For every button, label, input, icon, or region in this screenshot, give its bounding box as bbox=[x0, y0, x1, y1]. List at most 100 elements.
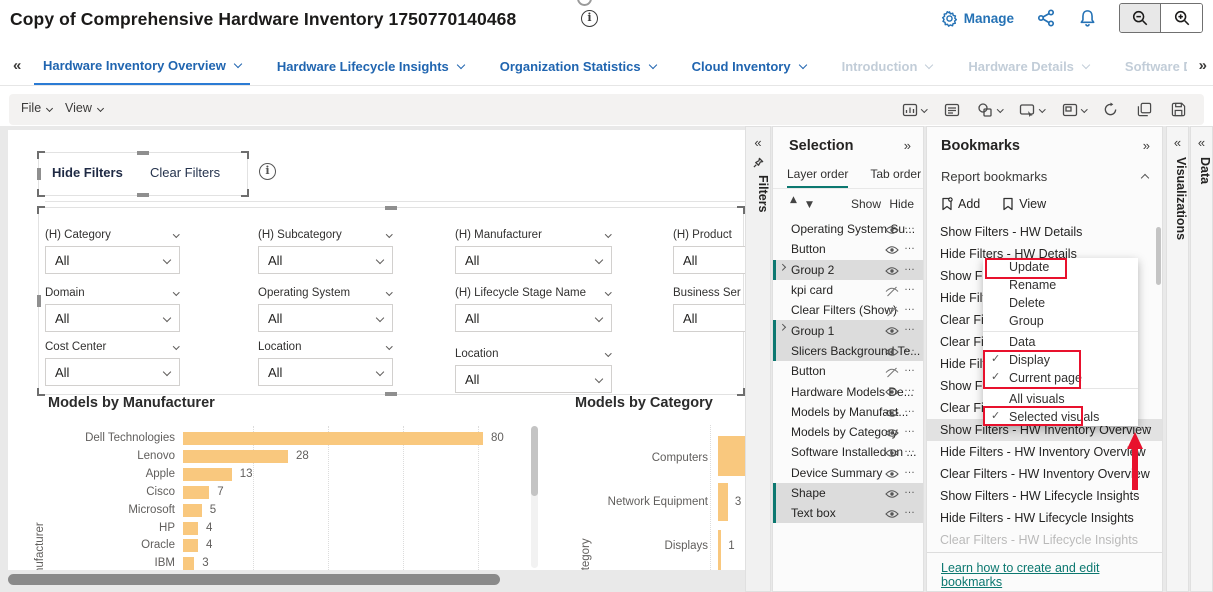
eye-off-icon[interactable] bbox=[885, 306, 899, 317]
text-box-button[interactable] bbox=[944, 102, 960, 118]
layer-item-software-installed-on[interactable]: Software Installed on ...… bbox=[773, 442, 923, 462]
bar-chart-models-by-category[interactable]: ComputersNetwork Equipment3Displays1 bbox=[560, 430, 745, 570]
bar-computers[interactable] bbox=[718, 436, 745, 476]
chevron-down-icon[interactable] bbox=[376, 256, 384, 264]
chevron-down-icon[interactable] bbox=[595, 375, 603, 383]
chevron-down-icon[interactable] bbox=[595, 256, 603, 264]
bar-cisco[interactable] bbox=[183, 486, 209, 499]
bar-hp[interactable] bbox=[183, 522, 198, 535]
chart-bar-row[interactable]: IBM3 bbox=[45, 555, 505, 570]
bar-network-equipment[interactable] bbox=[718, 483, 728, 521]
info-icon[interactable]: i bbox=[581, 10, 598, 27]
eye-off-icon[interactable] bbox=[885, 367, 899, 378]
tab-layer-order[interactable]: Layer order bbox=[787, 163, 848, 188]
layer-item-button[interactable]: Button… bbox=[773, 361, 923, 381]
bookmarks-scrollbar-thumb[interactable] bbox=[1156, 227, 1161, 285]
eye-icon[interactable] bbox=[885, 387, 899, 397]
save-button[interactable] bbox=[1171, 102, 1186, 117]
more-options-icon[interactable]: … bbox=[904, 301, 916, 313]
resize-handle[interactable] bbox=[737, 206, 745, 214]
bar-microsoft[interactable] bbox=[183, 504, 202, 517]
info-icon[interactable]: i bbox=[259, 163, 276, 180]
chevron-down-icon[interactable] bbox=[925, 61, 933, 69]
add-bookmark-button[interactable]: Add bbox=[941, 197, 980, 211]
eye-off-icon[interactable] bbox=[885, 286, 899, 297]
collapse-pane-icon[interactable]: » bbox=[904, 138, 911, 153]
mobile-layout-button[interactable] bbox=[1019, 102, 1045, 118]
chart-bar-row[interactable]: Apple13 bbox=[45, 466, 505, 484]
more-options-icon[interactable]: … bbox=[904, 281, 916, 293]
chevron-down-icon[interactable] bbox=[376, 368, 384, 376]
chevron-down-icon[interactable] bbox=[595, 314, 603, 322]
more-options-icon[interactable]: … bbox=[904, 423, 916, 435]
pages-scroll-right-icon[interactable]: » bbox=[1199, 57, 1207, 74]
tab-tab-order[interactable]: Tab order bbox=[870, 163, 921, 188]
layer-item-text-box[interactable]: Text box… bbox=[773, 503, 923, 523]
chevron-down-icon[interactable] bbox=[163, 314, 171, 322]
eye-icon[interactable] bbox=[885, 428, 899, 438]
tab-software-details[interactable]: Software Details bbox=[1116, 49, 1187, 85]
layer-item-hardware-models-de[interactable]: Hardware Models De...… bbox=[773, 381, 923, 401]
zoom-in-button[interactable] bbox=[1161, 4, 1202, 32]
canvas-horizontal-scrollbar[interactable] bbox=[8, 574, 500, 585]
layer-item-models-by-manufact[interactable]: Models by Manufact...… bbox=[773, 402, 923, 422]
tab-hardware-inventory-overview[interactable]: Hardware Inventory Overview bbox=[34, 49, 250, 85]
slicer-dropdown[interactable]: All bbox=[673, 246, 745, 274]
eye-icon[interactable] bbox=[885, 509, 899, 519]
move-layer-up-icon[interactable]: ▲ bbox=[790, 195, 797, 205]
chevron-down-icon[interactable] bbox=[173, 231, 179, 237]
bar-oracle[interactable] bbox=[183, 539, 198, 552]
more-options-icon[interactable]: … bbox=[904, 261, 916, 273]
chevron-down-icon[interactable] bbox=[386, 289, 392, 295]
resize-handle[interactable] bbox=[37, 388, 45, 396]
shapes-button[interactable] bbox=[977, 102, 1003, 118]
layer-item-slicers-background-te[interactable]: Slicers Background Te...… bbox=[773, 341, 923, 361]
data-pane-collapsed[interactable]: « Data bbox=[1190, 126, 1213, 592]
tab-organization-statistics[interactable]: Organization Statistics bbox=[491, 49, 665, 85]
hide-all-button[interactable]: Hide bbox=[889, 197, 914, 211]
chevron-down-icon[interactable] bbox=[605, 289, 611, 295]
more-options-icon[interactable]: … bbox=[904, 443, 916, 455]
more-options-icon[interactable]: … bbox=[904, 220, 916, 232]
slicer-dropdown[interactable]: All bbox=[673, 304, 745, 332]
eye-icon[interactable] bbox=[885, 266, 899, 276]
resize-handle[interactable] bbox=[137, 151, 149, 155]
more-options-icon[interactable]: … bbox=[904, 240, 916, 252]
more-options-icon[interactable]: … bbox=[1140, 419, 1152, 431]
bar-dell-technologies[interactable] bbox=[183, 432, 483, 445]
chevron-down-icon[interactable] bbox=[376, 314, 384, 322]
expand-group-icon[interactable] bbox=[779, 264, 785, 270]
more-options-icon[interactable]: … bbox=[904, 382, 916, 394]
bar-ibm[interactable] bbox=[183, 557, 194, 570]
insert-visual-button[interactable] bbox=[902, 102, 927, 118]
menu-item-data[interactable]: Data bbox=[983, 333, 1138, 351]
chevron-up-icon[interactable] bbox=[1141, 174, 1149, 182]
duplicate-page-button[interactable] bbox=[1137, 102, 1152, 117]
slicer-dropdown[interactable]: All bbox=[455, 246, 612, 274]
eye-icon[interactable] bbox=[885, 469, 899, 479]
tab-introduction[interactable]: Introduction bbox=[833, 49, 942, 85]
layer-item-shape[interactable]: Shape… bbox=[773, 483, 923, 503]
tab-hardware-details[interactable]: Hardware Details bbox=[959, 49, 1098, 85]
filters-pane-collapsed[interactable]: « Filters bbox=[745, 126, 771, 592]
chevron-down-icon[interactable] bbox=[163, 368, 171, 376]
slicer-dropdown[interactable]: All bbox=[258, 358, 393, 386]
eye-icon[interactable] bbox=[885, 225, 899, 235]
resize-handle[interactable] bbox=[37, 189, 45, 197]
chevron-down-icon[interactable] bbox=[163, 256, 171, 264]
menu-item-delete[interactable]: Delete bbox=[983, 294, 1138, 312]
view-bookmarks-button[interactable]: View bbox=[1002, 197, 1046, 211]
layer-item-operating-system-su[interactable]: Operating System Su...… bbox=[773, 219, 923, 239]
slicer-dropdown[interactable]: All bbox=[455, 365, 612, 393]
layer-item-button[interactable]: Button… bbox=[773, 239, 923, 259]
bookmark-show-filters-hw-details[interactable]: Show Filters - HW Details bbox=[927, 221, 1162, 243]
layer-item-group-1[interactable]: Group 1… bbox=[773, 320, 923, 340]
resize-handle[interactable] bbox=[137, 193, 149, 197]
chevron-down-icon[interactable] bbox=[798, 61, 806, 69]
chevron-down-icon[interactable] bbox=[386, 231, 392, 237]
chevron-down-icon[interactable] bbox=[605, 231, 611, 237]
eye-icon[interactable] bbox=[885, 408, 899, 418]
bar-chart-models-by-manufacturer[interactable]: Dell Technologies80Lenovo28Apple13Cisco7… bbox=[45, 430, 505, 570]
slicer-dropdown[interactable]: All bbox=[45, 246, 180, 274]
chevron-down-icon[interactable] bbox=[386, 343, 392, 349]
